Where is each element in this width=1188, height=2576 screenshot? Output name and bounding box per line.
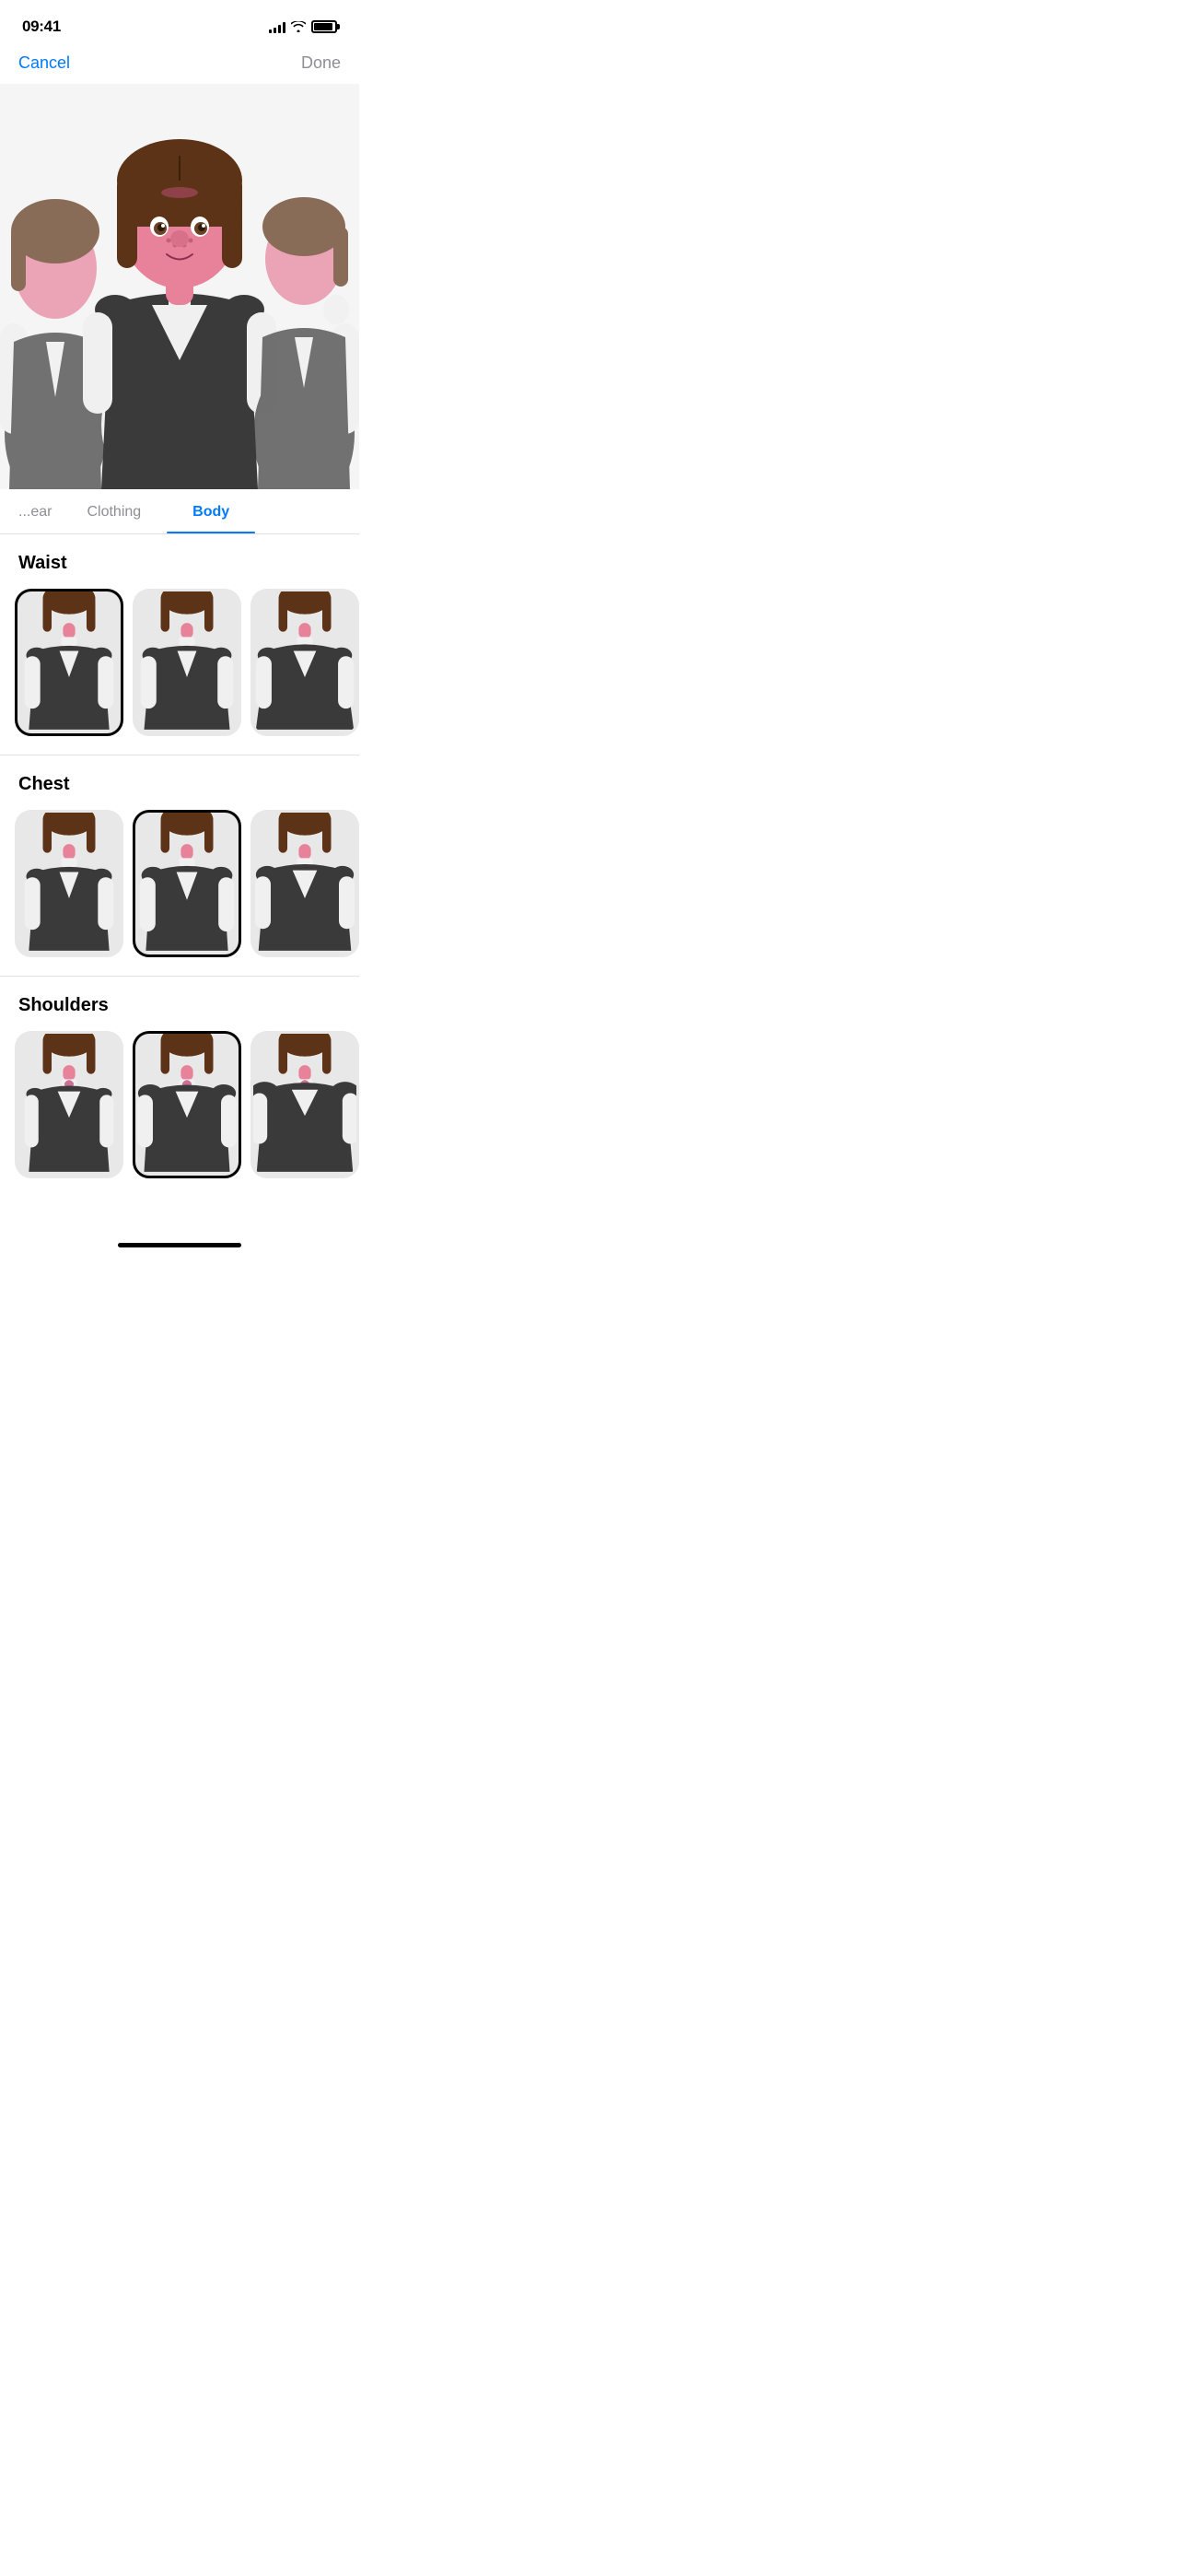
status-time: 09:41: [22, 18, 61, 36]
waist-title: Waist: [0, 553, 359, 589]
avatar-side-right: [230, 139, 359, 489]
done-button[interactable]: Done: [301, 53, 341, 73]
shoulders-section: Shoulders: [0, 977, 359, 1197]
status-icons: [269, 20, 337, 33]
waist-options: [0, 589, 359, 755]
status-bar: 09:41: [0, 0, 359, 46]
chest-option-3[interactable]: [250, 810, 359, 957]
nav-bar: Cancel Done: [0, 46, 359, 84]
shoulders-option-3[interactable]: [250, 1031, 359, 1178]
wifi-icon: [291, 21, 306, 32]
cancel-button[interactable]: Cancel: [18, 53, 70, 73]
chest-options: [0, 810, 359, 976]
content-area: Waist: [0, 534, 359, 1234]
chest-title: Chest: [0, 774, 359, 810]
chest-option-2[interactable]: [133, 810, 241, 957]
shoulders-title: Shoulders: [0, 995, 359, 1031]
waist-option-3[interactable]: [250, 589, 359, 736]
shoulders-option-2[interactable]: [133, 1031, 241, 1178]
waist-option-1[interactable]: [15, 589, 123, 736]
waist-option-2[interactable]: [133, 589, 241, 736]
signal-icon: [269, 20, 285, 33]
shoulders-option-1[interactable]: [15, 1031, 123, 1178]
home-indicator: [0, 1234, 359, 1255]
home-bar: [118, 1243, 241, 1247]
waist-section: Waist: [0, 534, 359, 755]
chest-option-1[interactable]: [15, 810, 123, 957]
battery-icon: [311, 20, 337, 33]
avatar-preview: [0, 84, 359, 489]
tab-headwear[interactable]: ...ear: [0, 504, 61, 533]
chest-section: Chest: [0, 755, 359, 977]
shoulders-options: [0, 1031, 359, 1197]
tab-bar: ...ear Clothing Body: [0, 489, 359, 534]
tab-body[interactable]: Body: [167, 504, 255, 533]
tab-clothing[interactable]: Clothing: [61, 504, 167, 533]
